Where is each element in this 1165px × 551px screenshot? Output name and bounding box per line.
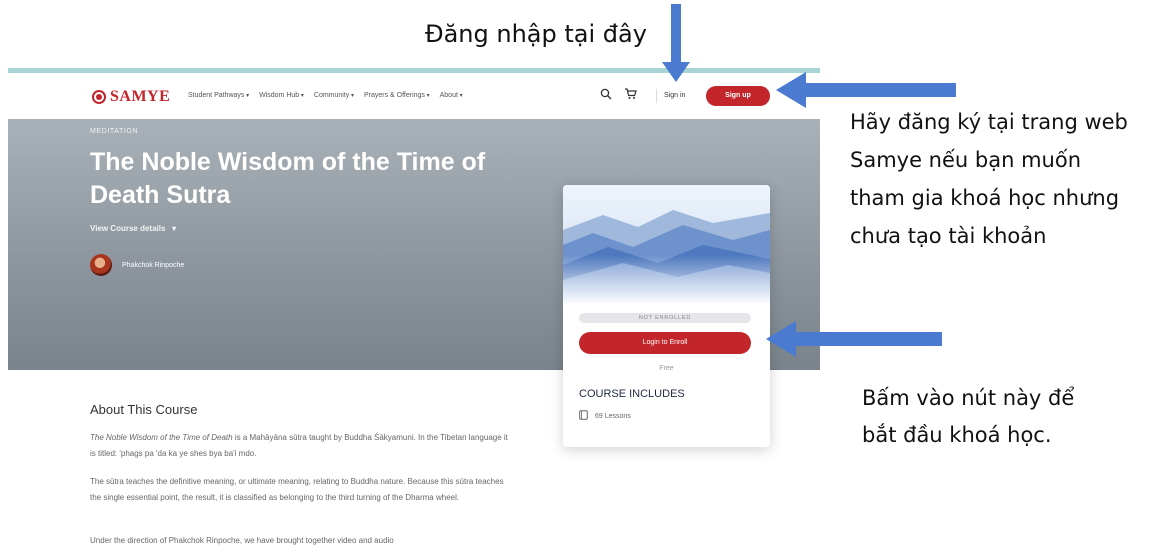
signup-note-line: Samye nếu bạn muốn bbox=[850, 148, 1081, 172]
about-paragraph-1: The Noble Wisdom of the Time of Death is… bbox=[90, 430, 510, 462]
chevron-down-icon: ▾ bbox=[167, 224, 177, 233]
menu-item-prayers-offerings[interactable]: Prayers & Offerings bbox=[364, 92, 430, 99]
menu-item-student-pathways[interactable]: Student Pathways bbox=[188, 92, 249, 99]
cart-icon[interactable] bbox=[624, 87, 637, 105]
sign-up-button[interactable]: Sign up bbox=[706, 86, 770, 106]
about-paragraph-2: The sūtra teaches the definitive meaning… bbox=[90, 477, 504, 502]
enrollment-status-badge: NOT ENROLLED bbox=[579, 313, 751, 323]
sutra-title-italic: The Noble Wisdom of the Time of Death bbox=[90, 433, 233, 442]
course-card: NOT ENROLLED Login to Enroll Free COURSE… bbox=[563, 185, 770, 447]
login-here-annotation: Đăng nhập tại đây bbox=[425, 20, 647, 48]
course-thumbnail-image bbox=[563, 185, 770, 303]
teacher-name: Phakchok Rinpoche bbox=[122, 261, 185, 269]
menu-item-about[interactable]: About bbox=[440, 92, 463, 99]
signup-note-line: chưa tạo tài khoản bbox=[850, 224, 1047, 248]
course-price: Free bbox=[659, 365, 674, 372]
nav-divider bbox=[656, 89, 657, 103]
enroll-note-line: bắt đầu khoá học. bbox=[862, 423, 1052, 447]
menu-item-wisdom-hub[interactable]: Wisdom Hub bbox=[259, 92, 304, 99]
arrow-left-icon bbox=[766, 321, 942, 357]
login-to-enroll-button[interactable]: Login to Enroll bbox=[579, 332, 751, 354]
logo[interactable]: SAMYE bbox=[92, 88, 170, 106]
signup-note-line: tham gia khoá học nhưng bbox=[850, 186, 1120, 210]
course-title-line: Death Sutra bbox=[90, 181, 231, 209]
course-title: The Noble Wisdom of the Time of Death Su… bbox=[90, 146, 510, 212]
search-icon[interactable] bbox=[600, 87, 612, 105]
arrow-left-icon bbox=[776, 72, 956, 108]
view-course-details-link[interactable]: View Course details ▾ bbox=[90, 224, 176, 233]
sign-in-link[interactable]: Sign in bbox=[664, 92, 685, 99]
course-includes-heading: COURSE INCLUDES bbox=[579, 388, 685, 400]
nav-icons bbox=[600, 87, 637, 105]
arrow-down-icon bbox=[662, 4, 690, 82]
signup-note-line: Hãy đăng ký tại trang web bbox=[850, 110, 1128, 134]
samye-logo-icon bbox=[92, 90, 106, 104]
enroll-note-line: Bấm vào nút này để bbox=[862, 386, 1075, 410]
navbar: SAMYE Student Pathways Wisdom Hub Commun… bbox=[8, 73, 820, 119]
logo-text: SAMYE bbox=[110, 88, 171, 105]
about-paragraph-3: Under the direction of Phakchok Rinpoche… bbox=[90, 536, 394, 545]
teacher-info[interactable]: Phakchok Rinpoche bbox=[90, 254, 184, 276]
about-heading: About This Course bbox=[90, 402, 198, 417]
book-icon bbox=[579, 410, 588, 422]
signup-note-annotation: Hãy đăng ký tại trang web Samye nếu bạn … bbox=[850, 103, 1162, 255]
main-menu: Student Pathways Wisdom Hub Community Pr… bbox=[188, 92, 463, 99]
lessons-label: 69 Lessons bbox=[595, 412, 631, 420]
website-frame: SAMYE Student Pathways Wisdom Hub Commun… bbox=[8, 68, 820, 551]
course-title-line: The Noble Wisdom of the Time of bbox=[90, 148, 486, 176]
enroll-note-annotation: Bấm vào nút này để bắt đầu khoá học. bbox=[862, 380, 1162, 454]
menu-item-community[interactable]: Community bbox=[314, 92, 354, 99]
teacher-avatar bbox=[90, 254, 112, 276]
course-category: MEDITATION bbox=[90, 128, 139, 135]
view-course-details-label: View Course details bbox=[90, 224, 166, 233]
lessons-count: 69 Lessons bbox=[579, 410, 631, 422]
